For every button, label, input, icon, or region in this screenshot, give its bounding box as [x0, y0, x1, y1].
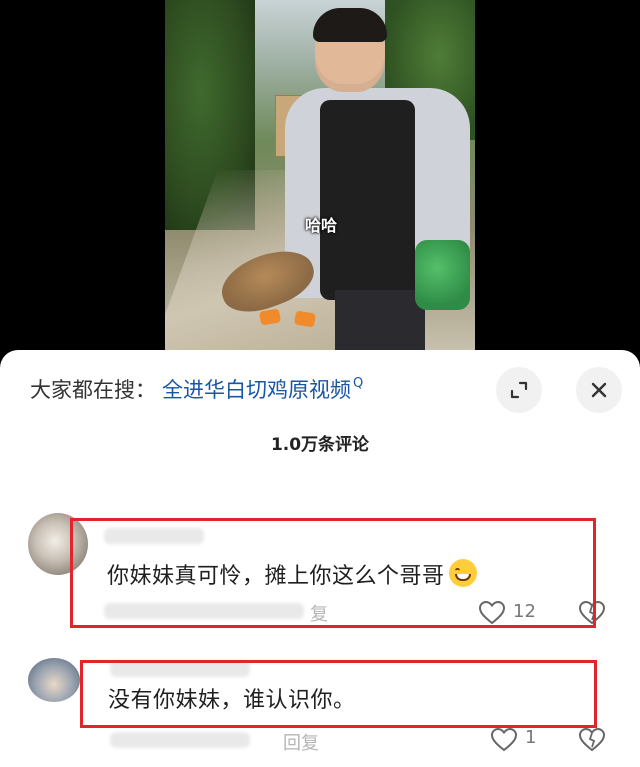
- timestamp-blurred: [110, 732, 250, 748]
- heart-outline-icon[interactable]: [490, 727, 518, 753]
- video-person-shirt: [320, 100, 415, 300]
- expand-icon: [510, 381, 528, 399]
- reply-button[interactable]: 回复: [283, 729, 319, 755]
- video-person-legs: [335, 290, 425, 350]
- trending-search[interactable]: 大家都在搜： 全进华白切鸡原视频 Q: [30, 374, 363, 404]
- video-player[interactable]: 哈哈: [0, 0, 640, 350]
- trending-search-prefix: 大家都在搜：: [30, 378, 156, 402]
- close-button[interactable]: [576, 367, 622, 413]
- highlight-box: [70, 518, 596, 628]
- close-icon: [591, 382, 607, 398]
- comment-count: 1.0万条评论: [270, 435, 370, 455]
- comment-sheet: 大家都在搜： 全进华白切鸡原视频 Q 1.0万条评论 你妹妹真可怜，摊上你这么个…: [0, 350, 640, 767]
- dislike-heart-icon[interactable]: [578, 727, 606, 753]
- expand-button[interactable]: [496, 367, 542, 413]
- video-frame: [165, 0, 475, 350]
- search-icon: Q: [353, 375, 364, 391]
- video-caption: 哈哈: [304, 216, 337, 235]
- video-green-bag: [415, 240, 470, 310]
- highlight-box: [80, 660, 597, 728]
- like-count: 1: [525, 727, 537, 748]
- trending-search-term[interactable]: 全进华白切鸡原视频: [162, 374, 351, 404]
- avatar[interactable]: [28, 658, 80, 702]
- video-person-hair: [313, 8, 387, 42]
